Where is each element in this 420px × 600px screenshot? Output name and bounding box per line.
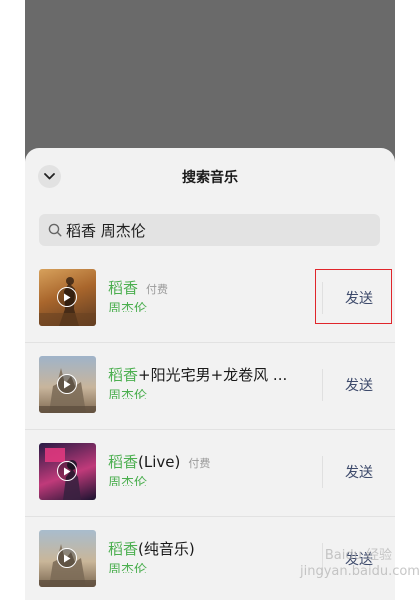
list-item[interactable]: 稻香 (Live) 付费 周杰伦 发送	[25, 430, 395, 517]
search-bar[interactable]: 稻香 周杰伦	[39, 214, 380, 246]
search-input[interactable]: 稻香 周杰伦	[66, 220, 146, 241]
song-info: 稻香 (Live) 付费 周杰伦	[108, 451, 316, 486]
search-icon	[48, 223, 62, 237]
list-item[interactable]: 稻香 付费 周杰伦 发送	[25, 256, 395, 343]
send-button[interactable]: 发送	[323, 363, 395, 407]
sheet-header: 搜索音乐	[25, 148, 395, 206]
send-button[interactable]: 发送	[323, 450, 395, 494]
album-cover[interactable]	[39, 356, 96, 413]
search-music-sheet: 搜索音乐 稻香 周杰伦 稻香 付费 周杰伦 发送 稻香 +阳光宅男+龙卷风 ..…	[25, 148, 395, 600]
song-info: 稻香 (纯音乐) 周杰伦	[108, 538, 316, 573]
sheet-title: 搜索音乐	[182, 170, 238, 186]
song-info: 稻香 付费 周杰伦	[108, 277, 316, 312]
paid-badge: 付费	[188, 457, 211, 470]
artist-name: 周杰伦	[108, 302, 148, 312]
song-title: 稻香 (纯音乐)	[108, 538, 316, 559]
title-rest: +阳光宅男+龙卷风 ...	[138, 366, 288, 384]
song-title: 稻香 +阳光宅男+龙卷风 ...	[108, 364, 316, 385]
song-title: 稻香 付费	[108, 277, 316, 298]
page: 搜索音乐 稻香 周杰伦 稻香 付费 周杰伦 发送 稻香 +阳光宅男+龙卷风 ..…	[0, 0, 420, 600]
send-button[interactable]: 发送	[323, 276, 395, 320]
album-cover[interactable]	[39, 443, 96, 500]
album-cover[interactable]	[39, 269, 96, 326]
album-cover[interactable]	[39, 530, 96, 587]
artist-name: 周杰伦	[108, 563, 148, 573]
list-item[interactable]: 稻香 +阳光宅男+龙卷风 ... 周杰伦 发送	[25, 343, 395, 430]
results-list: 稻香 付费 周杰伦 发送 稻香 +阳光宅男+龙卷风 ... 周杰伦 发送 稻香 …	[25, 256, 395, 600]
title-highlight: 稻香	[108, 540, 139, 558]
play-icon[interactable]	[57, 461, 77, 481]
title-rest: (纯音乐)	[138, 540, 195, 558]
play-icon[interactable]	[57, 374, 77, 394]
artist-name: 周杰伦	[108, 389, 148, 399]
play-icon[interactable]	[57, 287, 77, 307]
list-item[interactable]: 稻香 (纯音乐) 周杰伦 发送	[25, 517, 395, 600]
title-highlight: 稻香	[108, 279, 139, 297]
title-rest: (Live)	[138, 453, 181, 471]
title-highlight: 稻香	[108, 453, 139, 471]
title-highlight: 稻香	[108, 366, 139, 384]
paid-badge: 付费	[146, 283, 169, 296]
play-icon[interactable]	[57, 548, 77, 568]
artist-name: 周杰伦	[108, 476, 148, 486]
send-button[interactable]: 发送	[323, 537, 395, 581]
song-info: 稻香 +阳光宅男+龙卷风 ... 周杰伦	[108, 364, 316, 399]
song-title: 稻香 (Live) 付费	[108, 451, 316, 472]
